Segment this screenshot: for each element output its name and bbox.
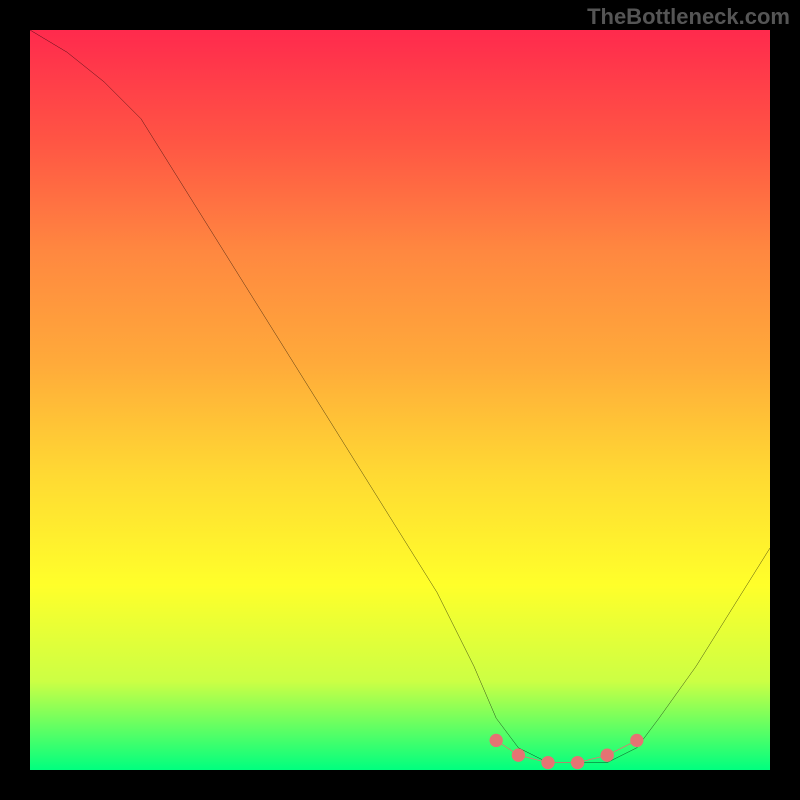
chart-gradient-background (30, 30, 770, 770)
bottleneck-curve-line (30, 30, 770, 763)
tolerance-marker-dot (630, 734, 643, 747)
watermark-text: TheBottleneck.com (587, 4, 790, 30)
tolerance-marker-dot (541, 756, 554, 769)
tolerance-marker-dot (571, 756, 584, 769)
tolerance-marker-dot (601, 749, 614, 762)
tolerance-markers (490, 734, 644, 770)
chart-svg (30, 30, 770, 770)
tolerance-marker-dot (490, 734, 503, 747)
tolerance-marker-dot (512, 749, 525, 762)
